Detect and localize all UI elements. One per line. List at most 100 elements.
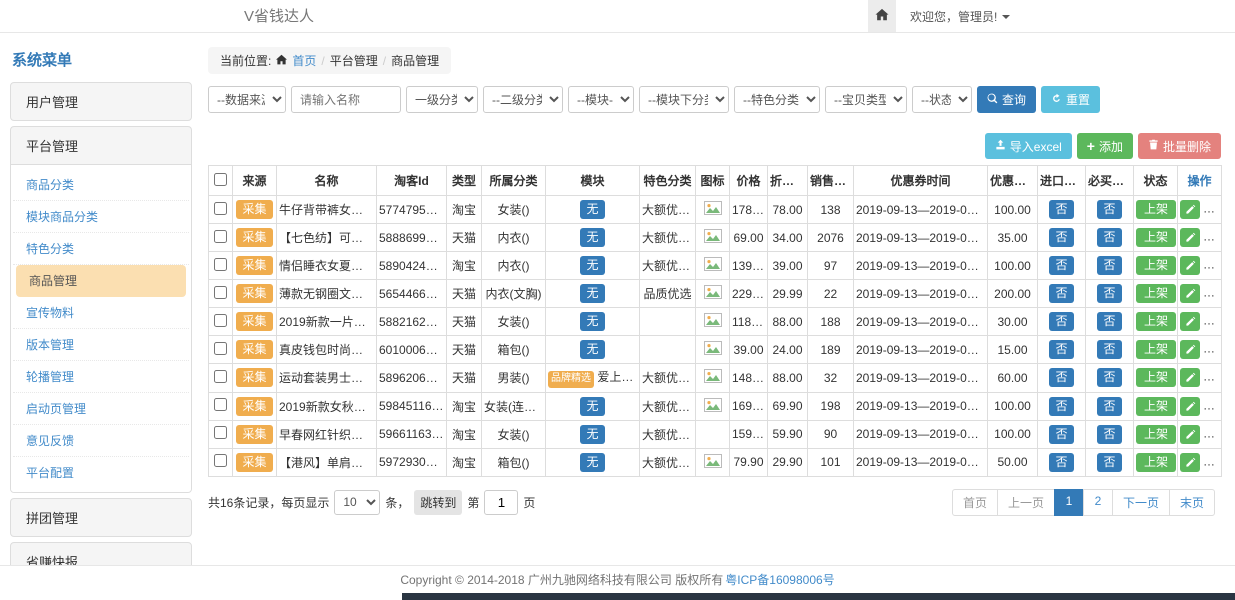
filter-select[interactable]: --二级分类-- xyxy=(483,86,563,113)
row-checkbox[interactable] xyxy=(214,230,227,243)
must-buy-badge[interactable]: 否 xyxy=(1097,453,1121,472)
edit-button[interactable] xyxy=(1180,284,1200,303)
row-checkbox[interactable] xyxy=(214,398,227,411)
select-all-checkbox[interactable] xyxy=(214,173,227,186)
edit-button[interactable] xyxy=(1180,312,1200,331)
status-badge[interactable]: 上架 xyxy=(1136,228,1176,247)
sidebar-group-header[interactable]: 用户管理 xyxy=(11,83,191,120)
feature-category-cell: 品质优选 xyxy=(640,280,696,308)
breadcrumb-separator: / xyxy=(383,54,386,68)
must-buy-badge[interactable]: 否 xyxy=(1097,284,1121,303)
import-select-badge[interactable]: 否 xyxy=(1049,425,1073,444)
import-select-badge[interactable]: 否 xyxy=(1049,368,1073,387)
row-checkbox[interactable] xyxy=(214,370,227,383)
must-buy-badge[interactable]: 否 xyxy=(1097,425,1121,444)
sidebar-item[interactable]: 轮播管理 xyxy=(13,361,189,393)
import-select-badge[interactable]: 否 xyxy=(1049,453,1073,472)
edit-button[interactable] xyxy=(1180,397,1200,416)
filter-select[interactable]: --状态-- xyxy=(912,86,972,113)
source-badge: 采集 xyxy=(236,425,272,444)
import-select-badge[interactable]: 否 xyxy=(1049,284,1073,303)
sidebar-item[interactable]: 商品管理 xyxy=(16,265,186,297)
edit-button[interactable] xyxy=(1180,200,1200,219)
sidebar-group-header[interactable]: 省赚快报 xyxy=(11,543,191,565)
edit-button[interactable] xyxy=(1180,340,1200,359)
edit-button[interactable] xyxy=(1180,453,1200,472)
must-buy-badge[interactable]: 否 xyxy=(1097,312,1121,331)
status-badge[interactable]: 上架 xyxy=(1136,453,1176,472)
status-badge[interactable]: 上架 xyxy=(1136,397,1176,416)
must-buy-badge[interactable]: 否 xyxy=(1097,397,1121,416)
sidebar-group: 省赚快报 xyxy=(10,542,192,565)
icp-link[interactable]: 粤ICP备16098006号 xyxy=(725,571,834,588)
breadcrumb-home-link[interactable]: 首页 xyxy=(292,52,316,69)
sales-cell: 189 xyxy=(808,336,854,364)
row-checkbox[interactable] xyxy=(214,342,227,355)
name-search-input[interactable] xyxy=(291,86,401,113)
jump-to-button[interactable]: 跳转到 xyxy=(414,490,462,515)
filter-select[interactable]: --模块下分类-- xyxy=(639,86,729,113)
edit-button[interactable] xyxy=(1180,256,1200,275)
edit-button[interactable] xyxy=(1180,228,1200,247)
sidebar-item[interactable]: 意见反馈 xyxy=(13,425,189,457)
page-button-末页[interactable]: 末页 xyxy=(1169,489,1215,516)
status-badge[interactable]: 上架 xyxy=(1136,284,1176,303)
row-checkbox[interactable] xyxy=(214,314,227,327)
import-excel-button[interactable]: 导入excel xyxy=(985,133,1072,159)
sidebar-item[interactable]: 商品分类 xyxy=(13,169,189,201)
status-badge[interactable]: 上架 xyxy=(1136,312,1176,331)
filter-select[interactable]: --宝贝类型-- xyxy=(825,86,907,113)
sidebar-item[interactable]: 模块商品分类 xyxy=(13,201,189,233)
sidebar-group-header[interactable]: 拼团管理 xyxy=(11,499,191,536)
sidebar-item[interactable]: 启动页管理 xyxy=(13,393,189,425)
search-button[interactable]: 查询 xyxy=(977,86,1036,113)
select-all-header xyxy=(209,166,233,196)
sidebar-item[interactable]: 平台配置 xyxy=(13,457,189,488)
filter-select[interactable]: --模块-- xyxy=(568,86,634,113)
row-checkbox[interactable] xyxy=(214,286,227,299)
page-button-2[interactable]: 2 xyxy=(1083,489,1113,516)
filter-select[interactable]: --特色分类-- xyxy=(734,86,820,113)
home-button[interactable] xyxy=(868,0,896,32)
status-badge[interactable]: 上架 xyxy=(1136,368,1176,387)
must-buy-badge[interactable]: 否 xyxy=(1097,256,1121,275)
import-select-badge[interactable]: 否 xyxy=(1049,200,1073,219)
price-cell: 159.90 xyxy=(730,420,768,448)
import-select-badge[interactable]: 否 xyxy=(1049,256,1073,275)
row-checkbox[interactable] xyxy=(214,258,227,271)
user-menu[interactable]: 欢迎您，管理员! xyxy=(910,8,1010,25)
status-badge[interactable]: 上架 xyxy=(1136,200,1176,219)
per-page-select[interactable]: 10 xyxy=(334,490,380,515)
must-buy-badge[interactable]: 否 xyxy=(1097,228,1121,247)
status-badge[interactable]: 上架 xyxy=(1136,340,1176,359)
must-buy-badge[interactable]: 否 xyxy=(1097,368,1121,387)
import-select-badge[interactable]: 否 xyxy=(1049,397,1073,416)
reset-button[interactable]: 重置 xyxy=(1041,86,1100,113)
sidebar-item[interactable]: 宣传物料 xyxy=(13,297,189,329)
import-select-badge[interactable]: 否 xyxy=(1049,340,1073,359)
sidebar-item[interactable]: 特色分类 xyxy=(13,233,189,265)
row-checkbox[interactable] xyxy=(214,454,227,467)
import-select-badge[interactable]: 否 xyxy=(1049,312,1073,331)
page-button-1[interactable]: 1 xyxy=(1054,489,1084,516)
edit-button[interactable] xyxy=(1180,368,1200,387)
coupon-amount-cell: 35.00 xyxy=(988,224,1038,252)
must-buy-badge[interactable]: 否 xyxy=(1097,200,1121,219)
import-select-badge[interactable]: 否 xyxy=(1049,228,1073,247)
filter-select[interactable]: 一级分类 xyxy=(406,86,478,113)
jump-page-input[interactable] xyxy=(484,490,518,515)
row-checkbox[interactable] xyxy=(214,426,227,439)
add-button[interactable]: + 添加 xyxy=(1077,133,1133,159)
batch-delete-button[interactable]: 批量删除 xyxy=(1138,133,1221,159)
filter-source-select[interactable]: --数据来源-- xyxy=(208,86,286,113)
sidebar-item[interactable]: 版本管理 xyxy=(13,329,189,361)
page-button-上一页[interactable]: 上一页 xyxy=(997,489,1055,516)
page-button-首页[interactable]: 首页 xyxy=(952,489,998,516)
page-button-下一页[interactable]: 下一页 xyxy=(1112,489,1170,516)
must-buy-badge[interactable]: 否 xyxy=(1097,340,1121,359)
edit-button[interactable] xyxy=(1180,425,1200,444)
status-badge[interactable]: 上架 xyxy=(1136,425,1176,444)
row-checkbox[interactable] xyxy=(214,202,227,215)
sidebar-group-header[interactable]: 平台管理 xyxy=(11,127,191,164)
status-badge[interactable]: 上架 xyxy=(1136,256,1176,275)
